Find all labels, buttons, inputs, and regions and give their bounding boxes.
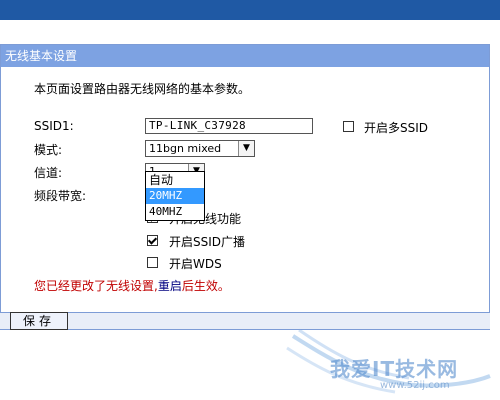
wds-label: 开启WDS xyxy=(169,257,222,271)
panel-title: 无线基本设置 xyxy=(1,45,489,67)
mode-select[interactable]: 11bgn mixed ▼ xyxy=(145,140,255,157)
wds-checkbox[interactable] xyxy=(147,257,158,268)
restart-notice: 您已经更改了无线设置,重启后生效。 xyxy=(34,277,230,294)
notice-suffix: 后生效。 xyxy=(181,279,230,293)
ssid-broadcast-label: 开启SSID广播 xyxy=(169,235,246,249)
chevron-down-icon[interactable]: ▼ xyxy=(238,141,254,156)
ssid-label: SSID1: xyxy=(34,119,74,133)
multi-ssid-checkbox[interactable] xyxy=(343,121,354,132)
intro-text: 本页面设置路由器无线网络的基本参数。 xyxy=(34,82,251,96)
top-banner xyxy=(0,0,500,20)
bandwidth-label: 频段带宽: xyxy=(34,189,87,203)
ssid-broadcast-checkbox[interactable] xyxy=(147,235,158,246)
bandwidth-dropdown-list[interactable]: 自动 20MHZ 40MHZ xyxy=(145,171,205,221)
notice-prefix: 您已经更改了无线设置, xyxy=(34,279,158,293)
multi-ssid-label: 开启多SSID xyxy=(364,121,429,135)
watermark-text: 我爱IT技术网 xyxy=(330,357,459,381)
mode-select-value: 11bgn mixed xyxy=(149,142,222,155)
channel-label: 信道: xyxy=(34,166,63,180)
watermark-url: www.52ij.com xyxy=(380,380,450,391)
bandwidth-option-auto[interactable]: 自动 xyxy=(146,172,204,188)
bandwidth-option-40mhz[interactable]: 40MHZ xyxy=(146,204,204,220)
bandwidth-option-20mhz[interactable]: 20MHZ xyxy=(146,188,204,204)
save-button[interactable]: 保存 xyxy=(10,312,68,330)
restart-link[interactable]: 重启 xyxy=(158,279,182,293)
mode-label: 模式: xyxy=(34,143,63,157)
ssid-input[interactable]: TP-LINK_C37928 xyxy=(145,118,313,134)
